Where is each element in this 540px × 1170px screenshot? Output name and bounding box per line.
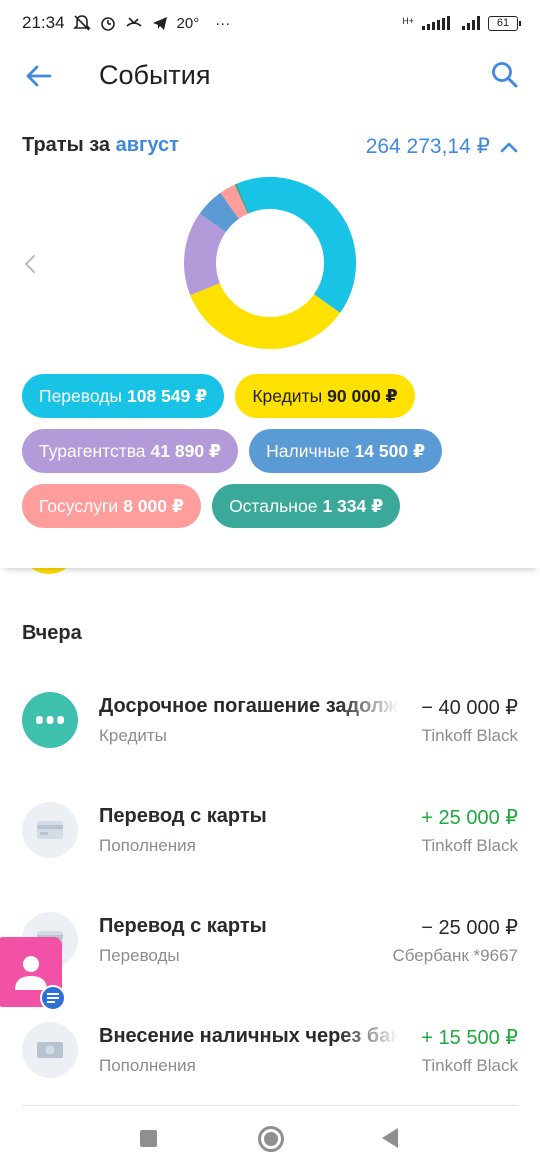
donut-slice-Переводы bbox=[237, 177, 356, 313]
alarm-icon bbox=[100, 17, 115, 31]
status-right: H+ 61 bbox=[402, 15, 521, 31]
home-icon[interactable] bbox=[258, 1126, 284, 1152]
total-amount: 264 273,14 ₽ bbox=[365, 135, 490, 158]
operation-card: Сбербанк *9667 bbox=[392, 946, 518, 965]
chevron-left-icon[interactable] bbox=[22, 253, 38, 275]
operation-name: Досрочное погашение задолженности bbox=[99, 695, 399, 717]
message-icon bbox=[40, 985, 66, 1011]
battery-level: 61 bbox=[496, 16, 510, 29]
status-bar: 21:34 20° ··· H+ 61 bbox=[0, 0, 540, 46]
chip-other[interactable]: Остальное 1 334 ₽ bbox=[212, 484, 401, 528]
chip-travel-agencies[interactable]: Турагентства 41 890 ₽ bbox=[22, 429, 239, 473]
day-header: Вчера bbox=[22, 622, 82, 644]
operation-card: Tinkoff Black bbox=[421, 726, 518, 745]
back-icon[interactable] bbox=[382, 1128, 398, 1148]
signal-icon bbox=[422, 16, 450, 30]
operation-name: Внесение наличных через банкомат bbox=[99, 1025, 399, 1047]
operation-category: Переводы bbox=[99, 946, 180, 965]
back-arrow-icon[interactable] bbox=[24, 61, 54, 91]
operation-row[interactable]: Внесение наличных через банкомат Пополне… bbox=[0, 1022, 540, 1102]
signal-icon bbox=[462, 16, 480, 30]
app-bar: События bbox=[0, 46, 540, 108]
status-more: ··· bbox=[215, 14, 231, 32]
operation-row[interactable]: Досрочное погашение задолженности Кредит… bbox=[0, 692, 540, 772]
notification-off-icon bbox=[72, 15, 91, 31]
status-temperature: 20° bbox=[176, 14, 200, 32]
spending-prefix: Траты за bbox=[22, 134, 111, 156]
missed-call-icon bbox=[125, 17, 142, 27]
system-nav-bar bbox=[0, 1110, 540, 1170]
spending-summary: Траты за август 264 273,14 ₽ Переводы 108… bbox=[0, 108, 540, 568]
donut-slice-Остальное bbox=[234, 183, 250, 214]
recents-icon[interactable] bbox=[140, 1130, 157, 1147]
chip-transfers[interactable]: Переводы 108 549 ₽ bbox=[22, 374, 225, 418]
donut-slice-Госуслуги bbox=[220, 184, 249, 220]
cash-icon bbox=[22, 1022, 78, 1078]
donut-slice-Кредиты bbox=[190, 282, 341, 349]
category-chips: Переводы 108 549 ₽ Кредиты 90 000 ₽ Тураге… bbox=[22, 374, 522, 539]
spending-period-label: Траты за август bbox=[22, 134, 179, 157]
operation-category: Кредиты bbox=[99, 726, 167, 745]
donut-slice-Наличные bbox=[199, 192, 240, 233]
operation-card: Tinkoff Black bbox=[421, 836, 518, 855]
card-icon bbox=[22, 802, 78, 858]
operation-name: Перевод с карты bbox=[99, 915, 267, 937]
operation-category: Пополнения bbox=[99, 836, 196, 855]
operation-amount: − 25 000 ₽ bbox=[421, 917, 518, 939]
spending-donut-chart bbox=[184, 177, 356, 349]
page-title: События bbox=[99, 60, 211, 90]
operation-card: Tinkoff Black bbox=[421, 1056, 518, 1075]
telegram-icon bbox=[152, 17, 167, 30]
status-icons: 20° ··· bbox=[72, 14, 231, 32]
list-divider bbox=[22, 1105, 518, 1106]
dots-icon bbox=[22, 692, 78, 748]
operation-category: Пополнения bbox=[99, 1056, 196, 1075]
spending-total[interactable]: 264 273,14 ₽ bbox=[366, 134, 518, 159]
operation-amount: + 15 500 ₽ bbox=[421, 1027, 518, 1049]
month-selector[interactable]: август bbox=[116, 134, 179, 156]
network-type: H+ bbox=[402, 15, 414, 26]
chip-credits[interactable]: Кредиты 90 000 ₽ bbox=[235, 374, 415, 418]
status-time: 21:34 bbox=[22, 13, 65, 32]
operation-amount: − 40 000 ₽ bbox=[421, 697, 518, 719]
operation-row[interactable]: Перевод с карты Переводы − 25 000 ₽ Сбер… bbox=[0, 912, 540, 992]
chip-gov-services[interactable]: Госуслуги 8 000 ₽ bbox=[22, 484, 202, 528]
operation-row[interactable]: Перевод с карты Пополнения + 25 000 ₽ Ti… bbox=[0, 802, 540, 882]
donut-slice-Турагентства bbox=[184, 213, 227, 296]
operation-name: Перевод с карты bbox=[99, 805, 267, 827]
search-icon[interactable] bbox=[490, 60, 520, 90]
chip-cash[interactable]: Наличные 14 500 ₽ bbox=[249, 429, 443, 473]
battery-icon: 61 bbox=[488, 15, 521, 31]
operation-amount: + 25 000 ₽ bbox=[421, 807, 518, 829]
chevron-up-icon bbox=[500, 142, 518, 152]
